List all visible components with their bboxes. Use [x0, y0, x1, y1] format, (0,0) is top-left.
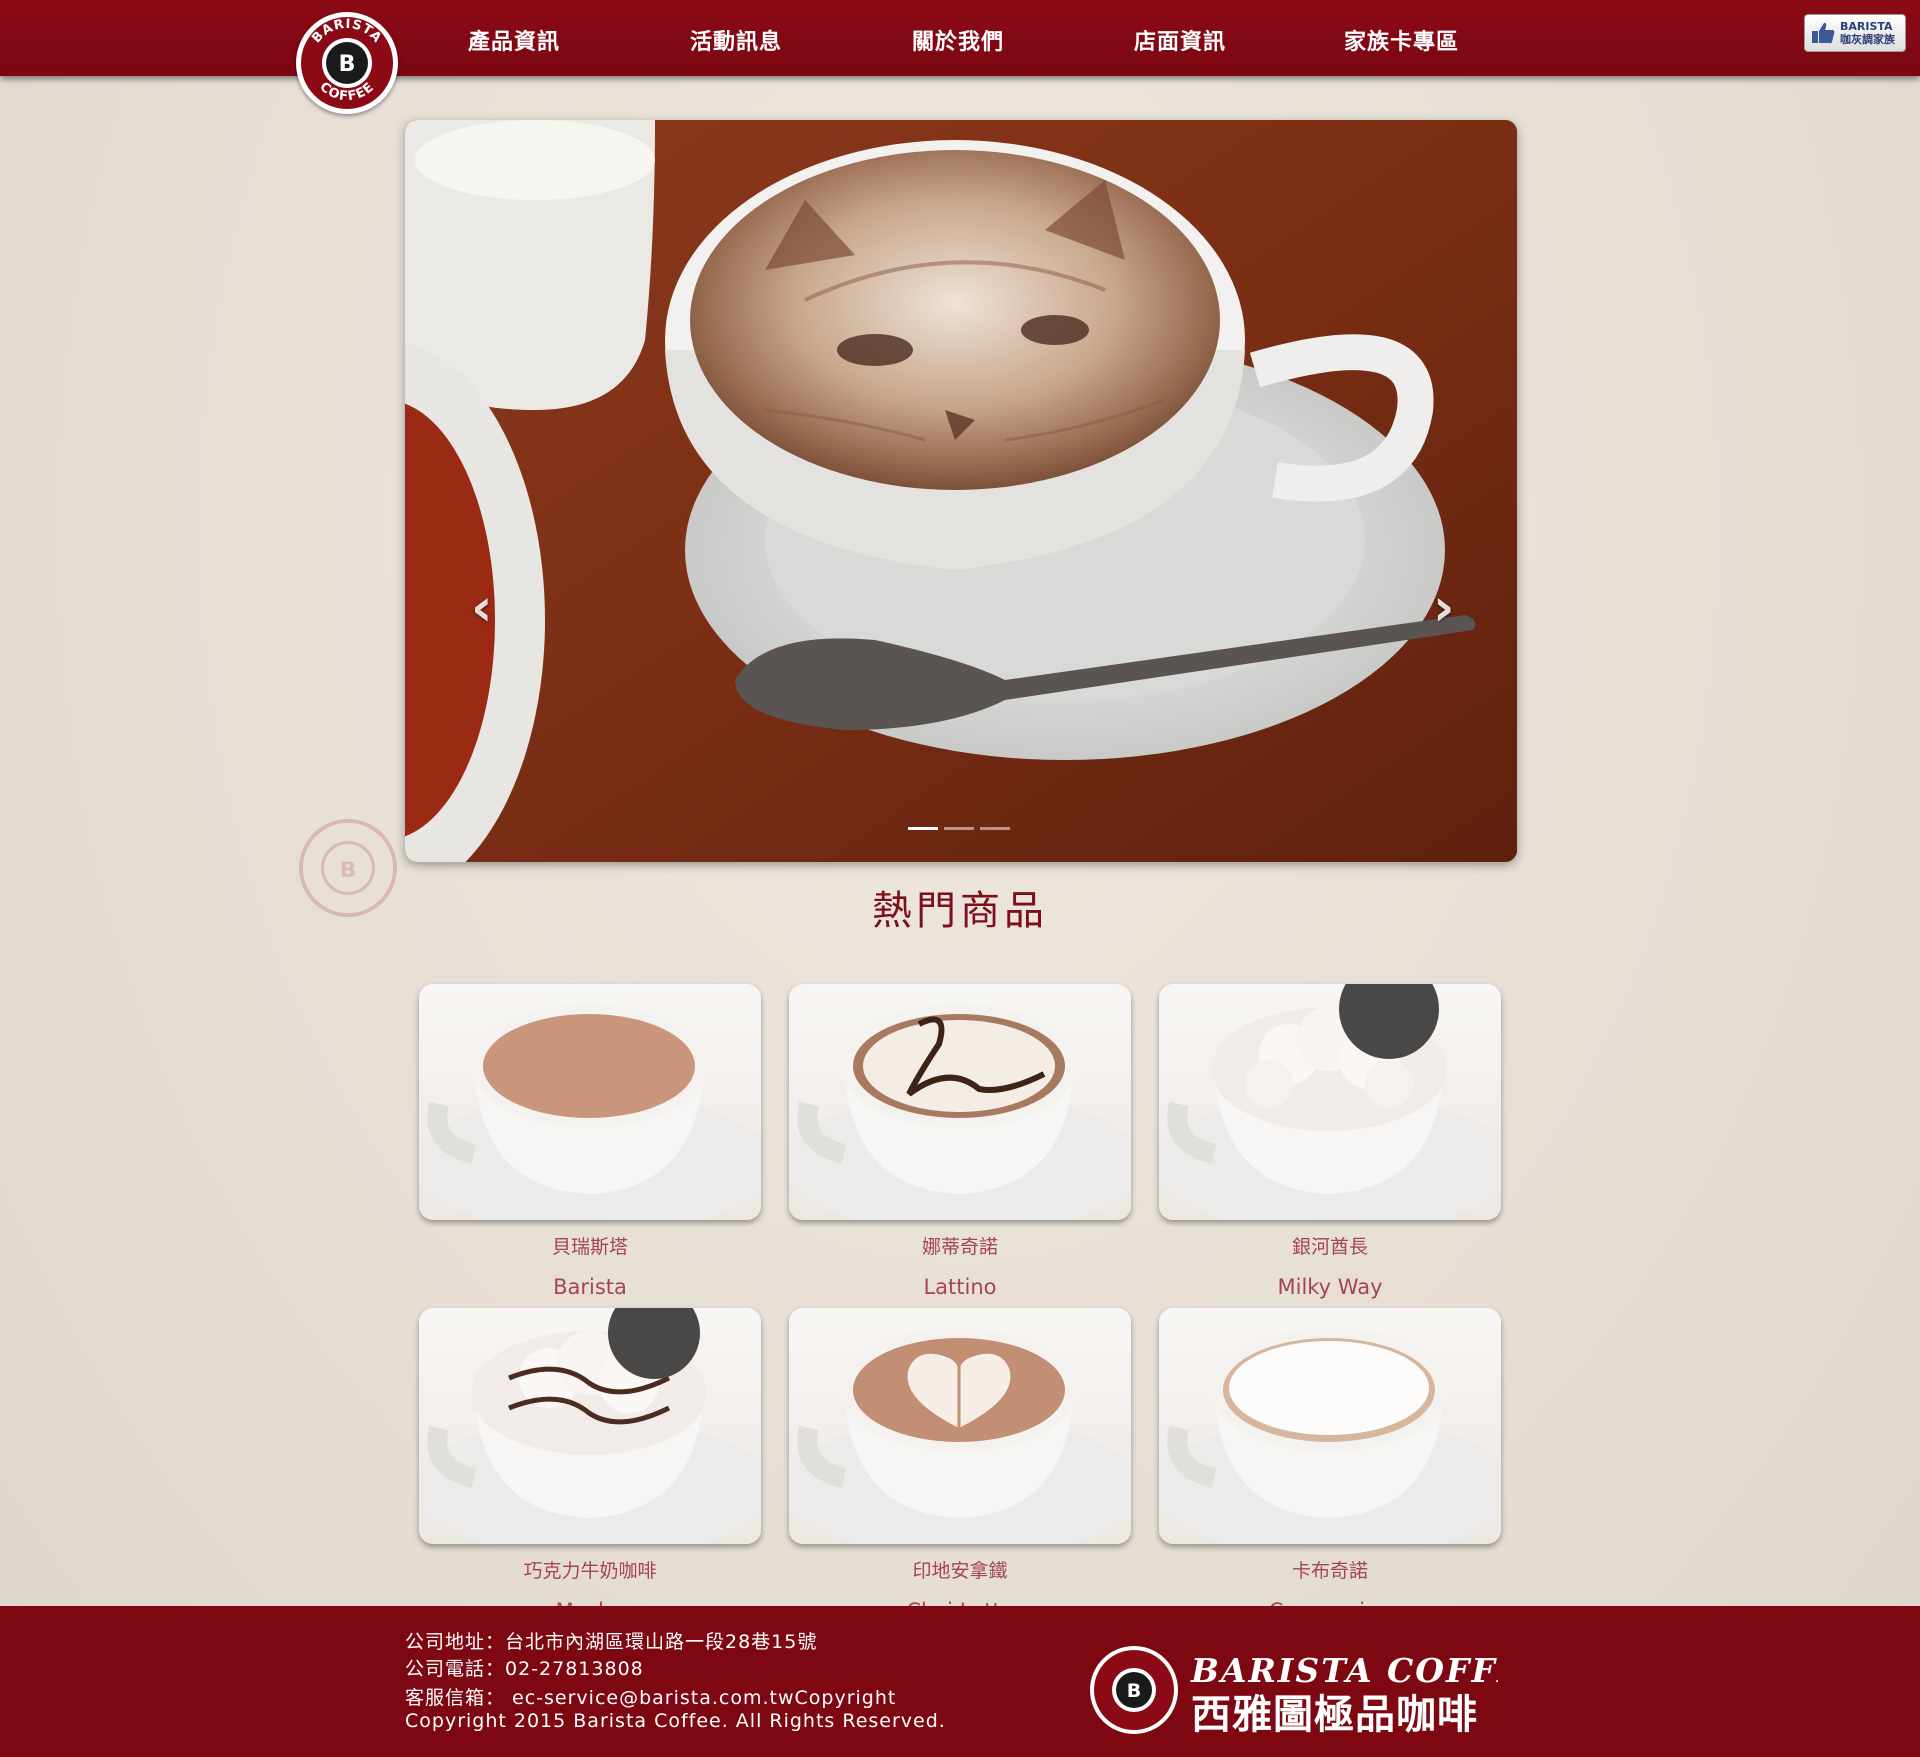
footer-brand-zh: 西雅圖極品咖啡 — [1191, 1692, 1478, 1738]
svg-text:B: B — [339, 52, 356, 77]
product-name-zh: 貝瑞斯塔 — [551, 1236, 628, 1258]
coffee-cup-foam-icon — [1159, 1328, 1501, 1544]
chevron-left-icon: ‹ — [471, 578, 493, 638]
product-name-en: Milky Way — [1277, 1275, 1383, 1299]
fb-badge-line1: BARISTA — [1840, 20, 1893, 33]
product-name-zh: 娜蒂奇諾 — [921, 1236, 998, 1258]
thumbs-up-icon — [1812, 22, 1835, 44]
coffee-cup-cream-cookie-icon — [1159, 984, 1501, 1220]
carousel-indicator-3[interactable] — [980, 827, 1010, 830]
nav-item-family-card[interactable]: 家族卡專區 — [1344, 24, 1459, 56]
product-card[interactable]: 卡布奇諾 Cappuccino — [1159, 1308, 1501, 1623]
product-card[interactable]: 娜蒂奇諾 Lattino — [789, 984, 1131, 1299]
carousel-indicator-1[interactable] — [908, 827, 938, 830]
svg-text:B: B — [1127, 1680, 1141, 1702]
site-footer — [0, 1606, 1920, 1757]
footer-email[interactable]: 客服信箱： ec-service@barista.com.twCopyright — [405, 1683, 896, 1710]
footer-address: 公司地址：台北市內湖區環山路一段28巷15號 — [405, 1631, 818, 1653]
nav-item-stores[interactable]: 店面資訊 — [1134, 24, 1226, 56]
nav-item-events[interactable]: 活動訊息 — [690, 24, 782, 56]
footer-phone: 公司電話：02-27813808 — [405, 1658, 644, 1680]
barista-logo[interactable]: B BARISTA COFFEE — [296, 12, 398, 114]
product-name-zh: 卡布奇諾 — [1291, 1560, 1368, 1582]
carousel-indicators — [908, 827, 1010, 830]
carousel-slide-image — [405, 120, 1517, 862]
footer-copyright: Copyright 2015 Barista Coffee. All Right… — [405, 1710, 946, 1732]
coffee-cup-choco-cream-icon — [419, 1308, 761, 1544]
product-name-en: Barista — [553, 1275, 627, 1299]
product-image[interactable] — [789, 984, 1131, 1220]
carousel-next-button[interactable]: › — [1433, 582, 1454, 634]
product-card[interactable]: 銀河酋長 Milky Way — [1159, 984, 1501, 1299]
product-image[interactable] — [419, 1308, 761, 1544]
coffee-cup-plain-icon — [419, 1004, 761, 1220]
product-name-en: Lattino — [923, 1275, 997, 1299]
product-card[interactable]: 巧克力牛奶咖啡 Mocha — [419, 1308, 761, 1623]
coffee-cup-heart-art-icon — [789, 1328, 1131, 1544]
product-card[interactable]: 貝瑞斯塔 Barista — [419, 984, 761, 1299]
footer-brand-en: BARISTA COFFEE — [1190, 1651, 1498, 1690]
carousel-prev-button[interactable]: ‹ — [471, 582, 492, 634]
nav-item-products[interactable]: 產品資訊 — [468, 24, 560, 56]
product-name-zh: 印地安拿鐵 — [912, 1560, 1008, 1582]
product-image[interactable] — [1159, 984, 1501, 1220]
fb-badge-line2: 咖灰調家族 — [1840, 33, 1895, 46]
product-card[interactable]: 印地安拿鐵 Chai Latte — [789, 1308, 1131, 1623]
footer-brand-logo[interactable]: B BARISTA COFFEE 西雅圖極品咖啡 — [1088, 1640, 1498, 1740]
product-image[interactable] — [1159, 1308, 1501, 1544]
product-image[interactable] — [419, 984, 761, 1220]
carousel-indicator-2[interactable] — [944, 827, 974, 830]
coffee-cup-swirl-icon — [789, 1004, 1131, 1220]
logo-emblem-icon: B BARISTA COFFEE — [298, 14, 396, 112]
facebook-like-badge[interactable]: BARISTA 咖灰調家族 — [1804, 14, 1906, 52]
product-name-zh: 銀河酋長 — [1291, 1236, 1368, 1258]
product-name-zh: 巧克力牛奶咖啡 — [523, 1560, 657, 1582]
hero-carousel[interactable]: ‹ › — [405, 120, 1517, 862]
product-image[interactable] — [789, 1308, 1131, 1544]
section-title-popular: 熱門商品 — [872, 888, 1048, 934]
chevron-right-icon: › — [1433, 578, 1455, 638]
nav-item-about[interactable]: 關於我們 — [912, 24, 1004, 56]
